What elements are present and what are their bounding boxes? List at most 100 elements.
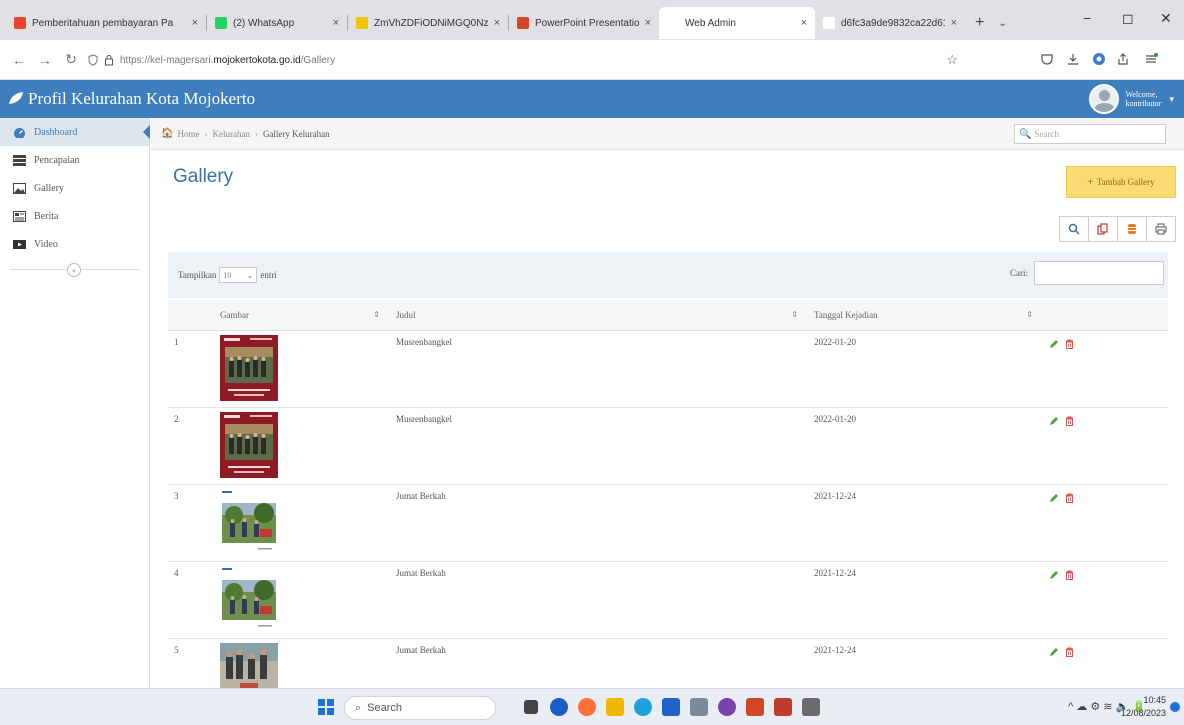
delete-trash-icon[interactable] xyxy=(1065,647,1074,657)
copy-tool-button[interactable] xyxy=(1088,216,1118,242)
delete-trash-icon[interactable] xyxy=(1065,339,1074,349)
sidebar-item-berita[interactable]: Berita xyxy=(0,202,149,230)
sidebar-item-dashboard[interactable]: Dashboard xyxy=(0,118,150,146)
menu-icon[interactable] xyxy=(1144,52,1158,66)
browser-tab-bar: Pemberitahuan pembayaran Pa × (2) WhatsApp… xyxy=(0,0,1184,40)
file-explorer-icon[interactable] xyxy=(606,698,624,716)
calculator-icon[interactable] xyxy=(802,698,820,716)
dashboard-icon xyxy=(12,127,26,138)
table-header-row: Gambar ⇕ Judul ⇕ Tanggal Kejadian ⇕ xyxy=(168,300,1168,331)
breadcrumb-kelurahan[interactable]: Kelurahan xyxy=(212,129,249,139)
actions-cell xyxy=(1043,561,1168,639)
tab-close-icon[interactable]: × xyxy=(327,17,339,29)
tab-close-icon[interactable]: × xyxy=(795,17,807,29)
delete-trash-icon[interactable] xyxy=(1065,570,1074,580)
browser-tab[interactable]: ZmVhZDFiODNiMGQ0NzQ × xyxy=(348,7,508,39)
forward-arrow-icon[interactable]: → xyxy=(38,52,52,68)
download-icon[interactable] xyxy=(1066,52,1080,66)
sidebar-item-label: Dashboard xyxy=(34,126,78,138)
task-view-icon[interactable] xyxy=(524,700,538,714)
delete-trash-icon[interactable] xyxy=(1065,493,1074,503)
copilot-icon[interactable] xyxy=(550,698,568,716)
edit-pencil-icon[interactable] xyxy=(1049,339,1059,349)
column-header-gambar[interactable]: Gambar ⇕ xyxy=(214,300,390,331)
teams-icon[interactable] xyxy=(718,698,736,716)
table-row: 3 Jumat Berkah 2021-12-24 xyxy=(168,484,1168,562)
notification-icon[interactable] xyxy=(1170,702,1180,712)
length-select[interactable]: 10 ⌄ xyxy=(219,267,258,283)
clock[interactable]: 10:45 12/08/2023 xyxy=(1121,694,1166,720)
sidebar-item-pencapaian[interactable]: Pencapaian xyxy=(0,146,149,174)
tab-list-button[interactable]: ⌄ xyxy=(998,18,1006,29)
bookmark-star-icon[interactable]: ☆ xyxy=(946,52,958,68)
tab-favicon-icon xyxy=(215,17,227,29)
gallery-thumbnail[interactable] xyxy=(220,411,278,478)
extension-shield-icon[interactable] xyxy=(1092,52,1106,66)
delete-trash-icon[interactable] xyxy=(1065,416,1074,426)
collapse-sidebar-button[interactable]: « xyxy=(67,263,81,277)
browser-tab[interactable]: Web Admin × xyxy=(659,7,815,39)
browser-tab[interactable]: PowerPoint Presentation - × xyxy=(509,7,659,39)
restore-button[interactable]: ◻ xyxy=(1122,10,1134,27)
user-menu[interactable]: Welcome, kontributor ▾ xyxy=(1089,83,1174,115)
taskbar-search[interactable]: ⌕ Search xyxy=(344,696,496,720)
pdf-icon[interactable] xyxy=(774,698,792,716)
column-header-judul[interactable]: Judul ⇕ xyxy=(390,300,808,331)
close-window-button[interactable]: ✕ xyxy=(1160,10,1172,27)
row-number: 1 xyxy=(168,330,214,408)
table-search-input[interactable] xyxy=(1034,261,1164,285)
tab-label: Web Admin xyxy=(685,17,736,29)
add-gallery-button[interactable]: + Tambah Gallery xyxy=(1066,166,1176,198)
app-brand-title[interactable]: Profil Kelurahan Kota Mojokerto xyxy=(28,89,255,109)
tanggal-cell: 2022-01-20 xyxy=(808,330,1043,408)
back-arrow-icon[interactable]: ← xyxy=(12,52,26,68)
edit-pencil-icon[interactable] xyxy=(1049,647,1059,657)
gallery-thumbnail[interactable] xyxy=(220,334,278,401)
share-icon[interactable] xyxy=(1116,52,1130,66)
edge-icon[interactable] xyxy=(634,698,652,716)
tab-close-icon[interactable]: × xyxy=(945,17,957,29)
username: kontributor xyxy=(1125,99,1162,108)
search-icon: ⌕ xyxy=(355,701,362,714)
browser-tab[interactable]: Pemberitahuan pembayaran Pa × xyxy=(6,7,206,39)
windows-start-icon[interactable] xyxy=(318,699,334,715)
calendar-icon[interactable] xyxy=(690,698,708,716)
reload-icon[interactable]: ↻ xyxy=(64,51,78,68)
search-input[interactable]: 🔍 Search xyxy=(1014,124,1166,144)
tab-favicon-icon xyxy=(356,17,368,29)
export-tool-button[interactable] xyxy=(1117,216,1147,242)
tab-close-icon[interactable]: × xyxy=(186,17,198,29)
breadcrumb-home[interactable]: Home xyxy=(177,129,199,139)
column-header-label: Tanggal Kejadian xyxy=(814,309,878,320)
tab-close-icon[interactable]: × xyxy=(488,17,500,29)
tab-close-icon[interactable]: × xyxy=(639,17,651,29)
taskbar: ⌕ Search ^ ☁ ⚙ ≋ 🔈 🔋 10:45 12/08/2023 xyxy=(0,688,1184,725)
sidebar-item-label: Pencapaian xyxy=(34,154,80,166)
breadcrumb-separator: › xyxy=(204,128,208,139)
minimize-button[interactable]: − xyxy=(1083,10,1091,26)
lock-icon xyxy=(105,55,113,66)
search-tool-button[interactable] xyxy=(1059,216,1089,242)
print-tool-button[interactable] xyxy=(1146,216,1176,242)
store-icon[interactable] xyxy=(662,698,680,716)
sidebar-item-label: Gallery xyxy=(34,182,64,194)
edit-pencil-icon[interactable] xyxy=(1049,493,1059,503)
tab-label: Pemberitahuan pembayaran Pa xyxy=(32,17,174,29)
url-field[interactable]: https://kel-magersari. mojokertokota.go.i… xyxy=(88,47,958,73)
browser-tab[interactable]: d6fc3a9de9832ca22d61eb73fe× xyxy=(815,7,965,39)
edit-pencil-icon[interactable] xyxy=(1049,570,1059,580)
firefox-icon[interactable] xyxy=(578,698,596,716)
home-icon[interactable]: 🏠 xyxy=(161,128,173,139)
edit-pencil-icon[interactable] xyxy=(1049,416,1059,426)
gallery-thumbnail[interactable] xyxy=(220,488,278,555)
sidebar-item-video[interactable]: Video xyxy=(0,230,149,258)
gallery-thumbnail[interactable] xyxy=(220,565,278,632)
column-header-tanggal[interactable]: Tanggal Kejadian ⇕ xyxy=(808,300,1043,331)
powerpoint-icon[interactable] xyxy=(746,698,764,716)
list-icon xyxy=(12,154,26,166)
sidebar-item-gallery[interactable]: Gallery xyxy=(0,174,149,202)
table-row: 4 Jumat Berkah 2021-12-24 xyxy=(168,561,1168,639)
browser-tab[interactable]: (2) WhatsApp × xyxy=(207,7,347,39)
pocket-icon[interactable] xyxy=(1040,52,1054,66)
new-tab-button[interactable]: + xyxy=(975,14,984,32)
